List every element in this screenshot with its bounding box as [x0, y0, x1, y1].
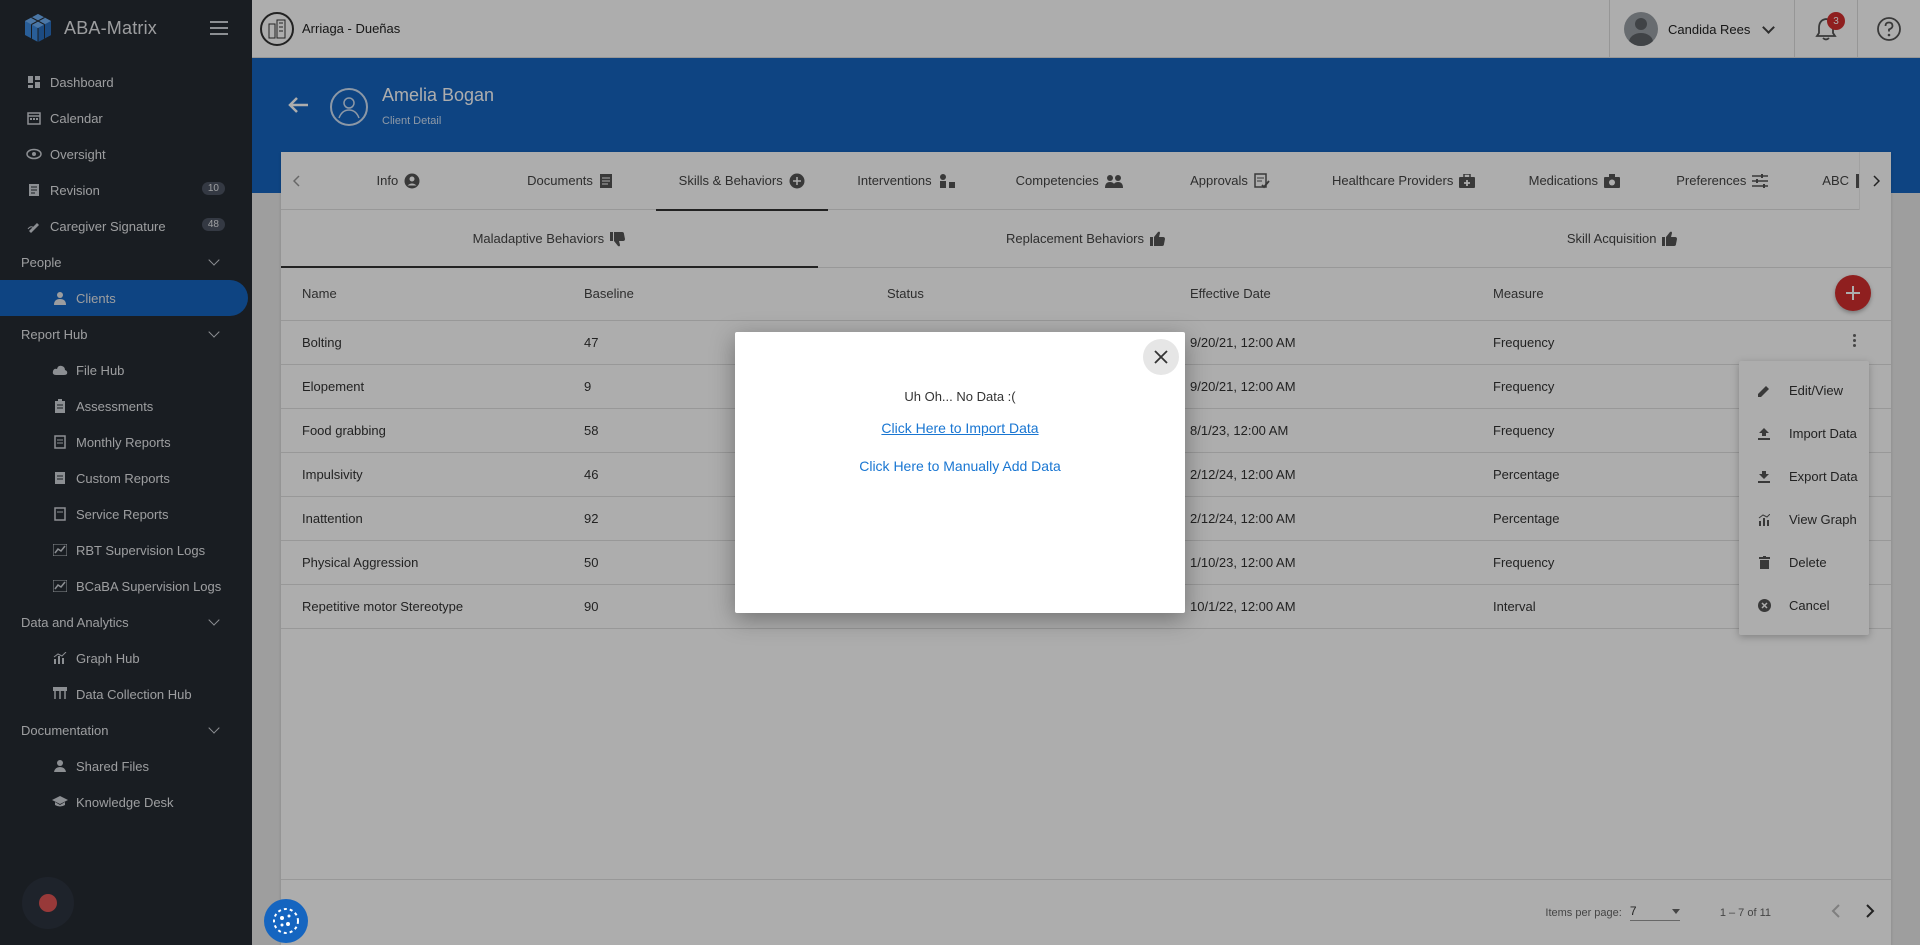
cookie-settings-button[interactable] [264, 899, 308, 943]
cookie-icon [273, 908, 299, 934]
no-data-message: Uh Oh... No Data :( [904, 389, 1016, 404]
manually-add-data-link[interactable]: Click Here to Manually Add Data [735, 458, 1185, 474]
close-icon [1154, 350, 1168, 364]
import-data-link[interactable]: Click Here to Import Data [735, 420, 1185, 436]
no-data-dialog: Uh Oh... No Data :( Click Here to Import… [735, 332, 1185, 613]
close-button[interactable] [1143, 339, 1179, 375]
